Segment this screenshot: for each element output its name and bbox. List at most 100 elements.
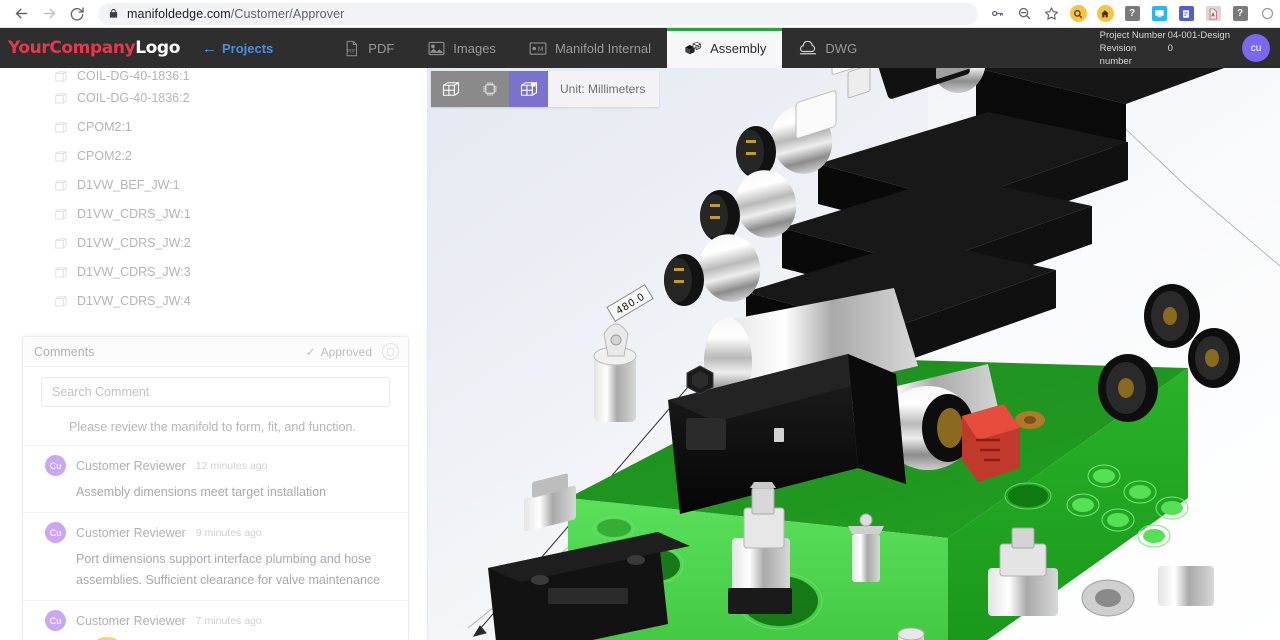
zoom-out-icon[interactable] [1015,5,1033,23]
tab-images[interactable]: Images [410,28,512,68]
list-item[interactable]: CPOM2:1 [54,112,427,141]
extension-doc-icon[interactable] [1177,5,1195,23]
extension-question2-icon[interactable]: ? [1231,5,1249,23]
list-item-label: COIL-DG-40-1836:1 [77,69,190,83]
url-text: manifoldedge.com/Customer/Approver [127,7,344,21]
comment-timestamp: 12 minutes ago [195,459,268,472]
extension-home-icon[interactable] [1096,5,1114,23]
cube-icon [54,149,68,163]
pdf-file-icon: PDF [341,39,361,57]
browser-nav-buttons [8,1,90,27]
extension-pdf-icon[interactable]: A [1204,5,1222,23]
comments-panel: Comments ✓ Approved Please review the ma… [22,336,409,640]
tab-dwg[interactable]: DWG [782,28,873,68]
address-bar[interactable]: manifoldedge.com/Customer/Approver [98,2,978,25]
password-key-icon[interactable] [988,5,1006,23]
cube-icon [54,294,68,308]
comment-timestamp: 9 minutes ago [195,526,262,539]
review-prompt: Please review the manifold to form, fit,… [69,420,356,434]
svg-text:A: A [1211,12,1215,18]
cube-icon [54,178,68,192]
tab-pdf-label: PDF [368,40,395,56]
tab-manifold-internal[interactable]: M Manifold Internal [512,28,667,68]
model-stage[interactable]: 480.0 480.0 [428,68,1280,640]
list-item[interactable]: CPOM2:2 [54,141,427,170]
check-icon: ✓ [305,344,316,359]
search-comment-input[interactable] [41,377,390,407]
comment-author: Customer Reviewer [76,613,186,628]
avatar: Cu [45,610,66,631]
comment-item[interactable]: Cu Customer Reviewer 12 minutes ago Asse… [23,445,408,512]
svg-text:M: M [538,45,544,53]
list-item[interactable]: D1VW_BEF_JW:1 [54,170,427,199]
comment-author: Customer Reviewer [76,525,186,540]
url-path: /Customer/Approver [230,6,345,21]
comment-timestamp: 7 minutes ago [195,614,262,627]
section-view-icon[interactable] [470,71,509,107]
shield-approval-icon[interactable] [382,343,399,360]
list-item-label: CPOM2:1 [77,119,132,134]
logo-secondary-text: Logo [135,38,180,58]
list-item-label: D1VW_CDRS_JW:3 [77,264,191,279]
list-item-label: D1VW_CDRS_JW:2 [77,235,191,250]
list-item-label: D1VW_BEF_JW:1 [77,177,180,192]
project-number-label: Project Number [1099,29,1166,41]
extension-circle-icon[interactable] [1258,5,1276,23]
tab-dwg-label: DWG [825,40,858,56]
list-item[interactable]: D1VW_CDRS_JW:3 [54,257,427,286]
comment-search-wrapper [23,367,408,407]
comment-item[interactable]: Cu Customer Reviewer 7 minutes ago [23,600,408,640]
tab-pdf[interactable]: PDF PDF [325,28,410,68]
avatar: Cu [45,522,66,543]
list-item[interactable]: COIL-DG-40-1836:2 [54,83,427,112]
document-type-tabs: PDF PDF Images M Manifold Internal Assem… [325,28,873,68]
lock-icon [108,8,119,19]
unit-display: Unit: Millimeters [548,71,660,107]
view-mode-buttons [431,71,548,107]
approval-status-label: Approved [320,344,372,359]
tab-manifold-internal-label: Manifold Internal [554,40,652,56]
extension-screen-icon[interactable] [1150,5,1168,23]
tab-assembly[interactable]: Assembly [667,28,783,68]
list-item[interactable]: D1VW_CDRS_JW:2 [54,228,427,257]
revision-number-value: 0 [1167,42,1173,54]
cube-icon [54,69,68,83]
dwg-cloud-icon [798,39,818,57]
list-item-label: COIL-DG-40-1836:2 [77,90,190,105]
main-content: COIL-DG-40-1836:1 COIL-DG-40-1836:2 CPOM… [0,68,1280,640]
reload-icon[interactable] [64,1,90,27]
revision-number-label: Revision number [1099,42,1137,67]
list-item[interactable]: D1VW_CDRS_JW:4 [54,286,427,315]
left-arrow-icon: ← [201,39,217,57]
company-logo[interactable]: YourCompany Logo [0,28,180,68]
user-avatar[interactable]: cu [1242,34,1270,62]
assembly-3d-viewer[interactable]: Unit: Millimeters 480.0 [428,68,1280,640]
comment-header: Cu Customer Reviewer 12 minutes ago [45,455,390,476]
comment-feed[interactable]: Cu Customer Reviewer 12 minutes ago Asse… [23,445,408,640]
list-item-label: D1VW_CDRS_JW:4 [77,293,191,308]
list-item[interactable]: COIL-DG-40-1836:1 [54,69,427,83]
comments-header: Comments ✓ Approved [23,337,408,367]
assembly-file-list[interactable]: COIL-DG-40-1836:1 COIL-DG-40-1836:2 CPOM… [0,68,427,336]
extension-search-icon[interactable] [1069,5,1087,23]
viewer-toolbar: Unit: Millimeters [431,71,660,107]
header-project-info: Project Number 04-001-Design Revision num… [1100,28,1280,68]
project-meta: Project Number 04-001-Design Revision num… [1100,29,1230,68]
app-header: YourCompany Logo ← Projects PDF PDF Image… [0,28,1280,68]
comment-header: Cu Customer Reviewer 9 minutes ago [45,522,390,543]
cube-icon [54,265,68,279]
extension-question-icon[interactable]: ? [1123,5,1141,23]
list-item[interactable]: D1VW_CDRS_JW:1 [54,199,427,228]
approval-status: ✓ Approved [306,345,372,359]
bookmark-star-icon[interactable] [1042,5,1060,23]
grid-view-icon[interactable] [509,71,548,107]
projects-link-label: Projects [221,40,274,56]
comment-item[interactable]: Cu Customer Reviewer 9 minutes ago Port … [23,512,408,600]
cube-icon [54,91,68,105]
left-panel: COIL-DG-40-1836:1 COIL-DG-40-1836:2 CPOM… [0,68,428,640]
cube-icon [54,236,68,250]
forward-arrow-icon[interactable] [36,1,62,27]
back-to-projects-link[interactable]: ← Projects [202,28,273,68]
back-arrow-icon[interactable] [8,1,34,27]
exploded-view-icon[interactable] [431,71,470,107]
